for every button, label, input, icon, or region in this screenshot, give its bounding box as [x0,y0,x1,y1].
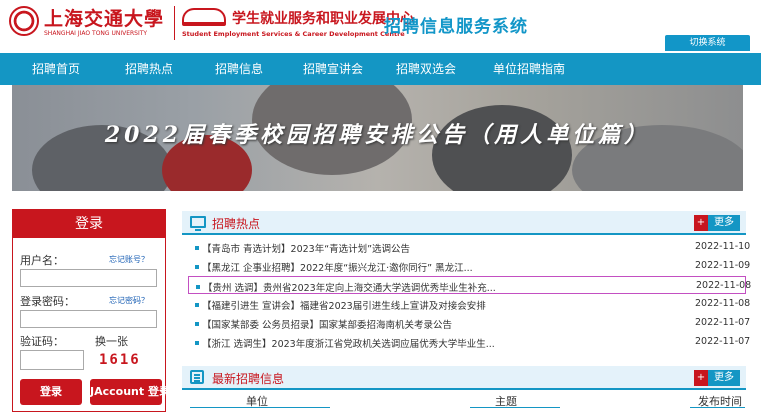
nav-item-info[interactable]: 招聘信息 [201,53,277,85]
header-divider [174,6,175,40]
news-title[interactable]: 【国家某部委 公务员招录】国家某部委招海南机关考录公告 [202,317,522,331]
list-item[interactable]: 【青岛市 青选计划】2023年“青选计划”选调公告 2022-11-10 [188,238,750,256]
username-label: 用户名： [20,254,64,267]
site-header: 上海交通大學 SHANGHAI JIAO TONG UNIVERSITY 学生就… [0,0,761,52]
bullet-icon [196,285,200,289]
jaccount-login-button[interactable]: JAccount 登录 [90,379,170,405]
monitor-icon [190,216,206,231]
forgot-account-link[interactable]: 忘记账号？ [109,254,149,265]
password-label: 登录密码： [20,295,75,308]
column-divider [690,407,745,408]
login-box: 登录 用户名： 忘记账号？ 登录密码： 忘记密码？ 验证码： 换一张 1616 … [12,209,170,412]
nav-item-hot[interactable]: 招聘热点 [111,53,187,85]
university-name-en: SHANGHAI JIAO TONG UNIVERSITY [44,30,148,37]
refresh-captcha-link[interactable]: 换一张 [95,333,128,349]
more-label: 更多 [708,370,740,386]
list-item[interactable]: 【国家某部委 公务员招录】国家某部委招海南机关考录公告 2022-11-07 [188,314,750,332]
news-date: 2022-11-08 [695,298,751,309]
university-name: 上海交通大學 [44,8,165,30]
captcha-image[interactable]: 1616 [99,350,149,370]
career-center-logo [182,8,226,26]
list-icon [190,370,204,384]
career-center-name-en: Student Employment Services & Career Dev… [182,30,405,38]
more-label: 更多 [708,215,740,231]
bullet-icon [195,265,199,269]
news-title[interactable]: 【福建引进生 宣讲会】福建省2023届引进生线上宣讲及对接会安排 [202,298,522,312]
nav-item-home[interactable]: 招聘首页 [18,53,94,85]
nav-item-employer-guide[interactable]: 单位招聘指南 [474,53,584,85]
banner-title: 2022届春季校园招聘安排公告（用人单位篇） [104,122,651,148]
switch-system-button[interactable]: 切换系统 [665,35,750,51]
latest-panel-title: 最新招聘信息 [212,372,285,386]
list-item[interactable]: 【福建引进生 宣讲会】福建省2023届引进生线上宣讲及对接会安排 2022-11… [188,295,750,313]
nav-item-seminars[interactable]: 招聘宣讲会 [290,53,376,85]
bullet-icon [195,322,199,326]
sjtu-seal-logo[interactable] [9,6,39,36]
news-title[interactable]: 【黑龙江 企事业招聘】2022年度“振兴龙江·邀你同行” 黑龙江... [202,260,522,274]
login-button[interactable]: 登录 [20,379,82,405]
news-date: 2022-11-07 [695,336,751,347]
latest-panel-header: 最新招聘信息 + 更多 [182,366,746,390]
system-title: 招聘信息服务系统 [384,17,528,37]
username-input[interactable] [20,269,157,287]
list-item[interactable]: 【黑龙江 企事业招聘】2022年度“振兴龙江·邀你同行” 黑龙江... 2022… [188,257,750,275]
plus-icon: + [694,215,708,231]
plus-icon: + [694,370,708,386]
hot-more-button[interactable]: + 更多 [694,215,740,231]
news-title[interactable]: 【浙江 选调生】2023年度浙江省党政机关选调应届优秀大学毕业生... [202,336,522,350]
login-title: 登录 [13,210,165,238]
news-date: 2022-11-09 [695,260,751,271]
news-title[interactable]: 【青岛市 青选计划】2023年“青选计划”选调公告 [202,241,522,255]
list-item-highlighted[interactable]: 【贵州 选调】贵州省2023年定向上海交通大学选调优秀毕业生补充... 2022… [188,276,751,294]
password-input[interactable] [20,310,157,328]
captcha-label: 验证码： [20,335,64,348]
news-date: 2022-11-07 [695,317,751,328]
forgot-password-link[interactable]: 忘记密码？ [109,295,149,306]
announcement-banner[interactable]: 2022届春季校园招聘安排公告（用人单位篇） [12,85,743,191]
news-title[interactable]: 【贵州 选调】贵州省2023年定向上海交通大学选调优秀毕业生补充... [203,280,523,294]
bullet-icon [195,246,199,250]
hot-panel-title: 招聘热点 [212,217,261,231]
bullet-icon [195,303,199,307]
nav-item-job-fairs[interactable]: 招聘双选会 [383,53,469,85]
news-date: 2022-11-10 [695,241,751,252]
captcha-input[interactable] [20,350,84,370]
column-divider [190,407,330,408]
column-divider [470,407,560,408]
main-nav: 招聘首页 招聘热点 招聘信息 招聘宣讲会 招聘双选会 单位招聘指南 [0,53,761,85]
hot-panel-header: 招聘热点 + 更多 [182,211,746,235]
list-item[interactable]: 【浙江 选调生】2023年度浙江省党政机关选调应届优秀大学毕业生... 2022… [188,333,750,351]
bullet-icon [195,341,199,345]
latest-more-button[interactable]: + 更多 [694,370,740,386]
news-date: 2022-11-08 [696,280,752,291]
